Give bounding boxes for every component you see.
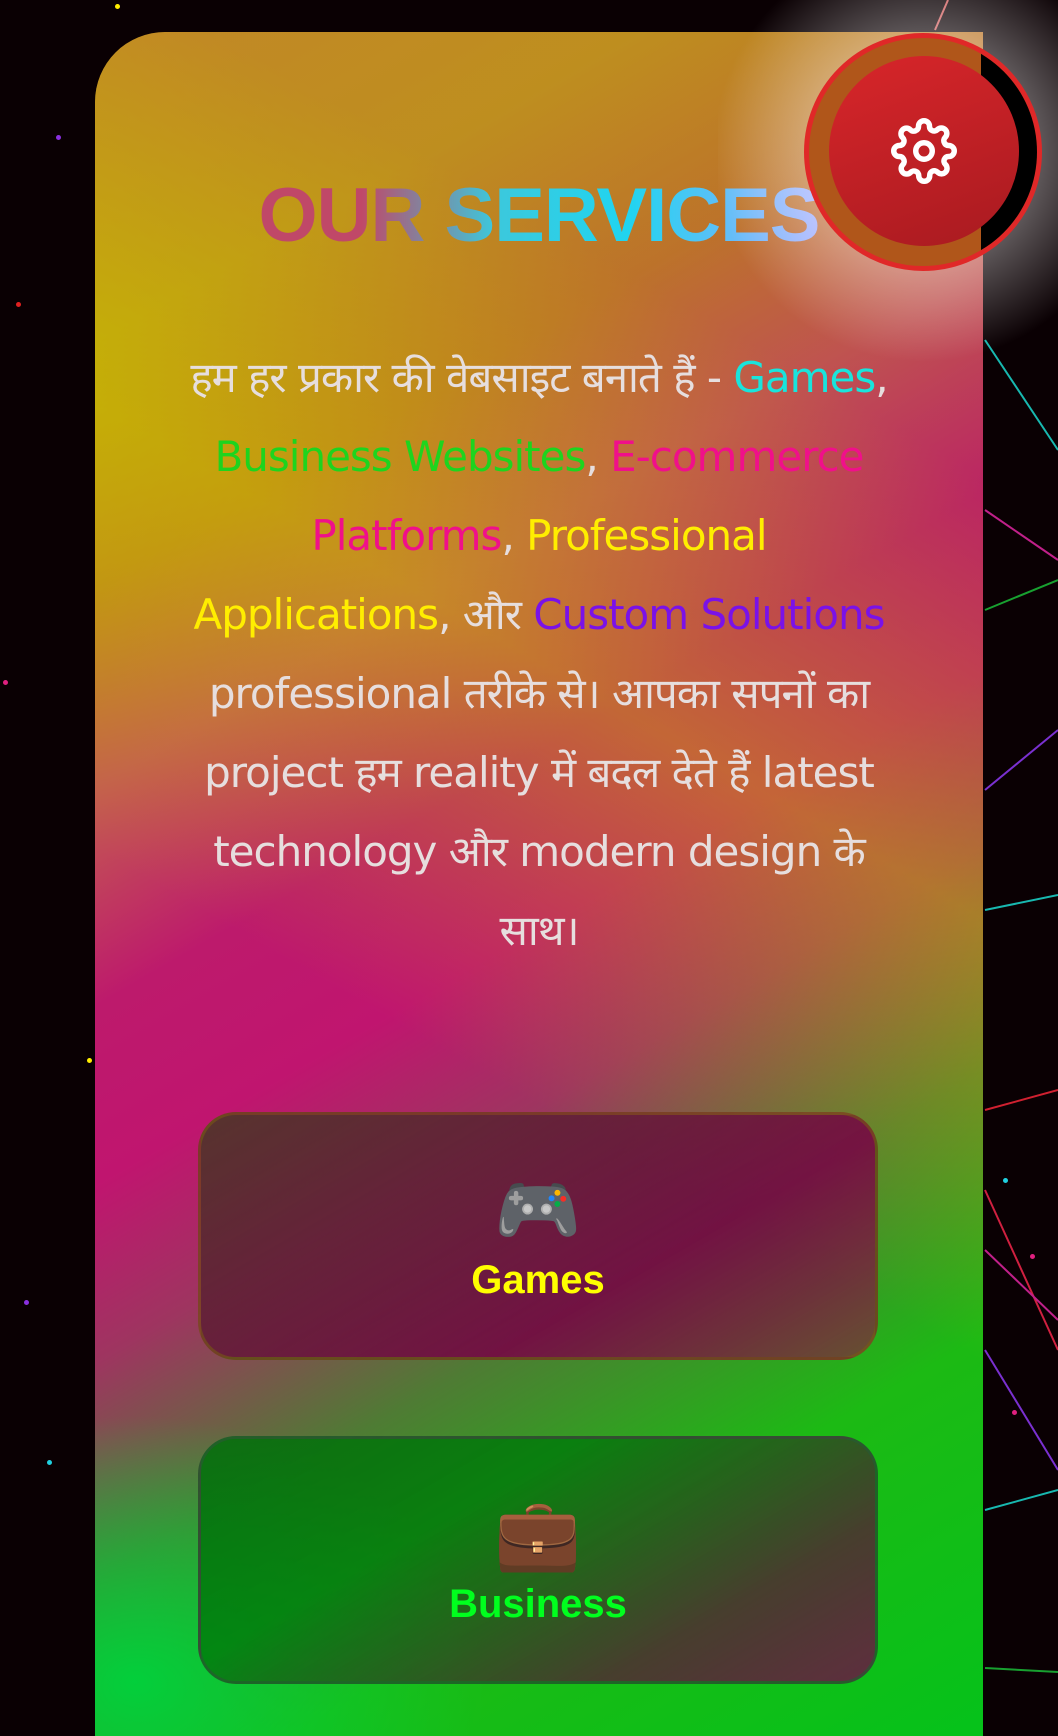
star-dot [16,302,21,307]
section-description: हम हर प्रकार की वेबसाइट बनाते हैं - Game… [190,338,888,970]
desc-separator: , और [438,590,534,639]
desc-outro: professional तरीके से। आपका सपनों का pro… [204,669,875,955]
star-dot [24,1300,29,1305]
service-label: Business [449,1581,627,1626]
settings-button-face [829,56,1019,246]
star-dot [1012,1410,1017,1415]
star-dot [87,1058,92,1063]
game-controller-icon: 🎮 [494,1170,582,1249]
star-dot [47,1460,52,1465]
service-card-business[interactable]: 💼 Business [198,1436,878,1684]
desc-custom: Custom Solutions [533,590,885,639]
star-dot [56,135,61,140]
desc-separator: , [501,511,527,560]
desc-intro: हम हर प्रकार की वेबसाइट बनाते हैं - [190,353,734,402]
star-dot [1030,1254,1035,1259]
settings-button[interactable] [804,33,1042,271]
briefcase-icon: 💼 [494,1494,582,1573]
gear-icon [891,118,957,184]
service-label: Games [471,1257,605,1302]
service-card-games[interactable]: 🎮 Games [198,1112,878,1360]
desc-separator: , [585,432,611,481]
title-part-our: OUR [258,173,425,258]
star-dot [3,680,8,685]
desc-business: Business Websites [214,432,586,481]
star-dot [1003,1178,1008,1183]
star-dot [115,4,120,9]
